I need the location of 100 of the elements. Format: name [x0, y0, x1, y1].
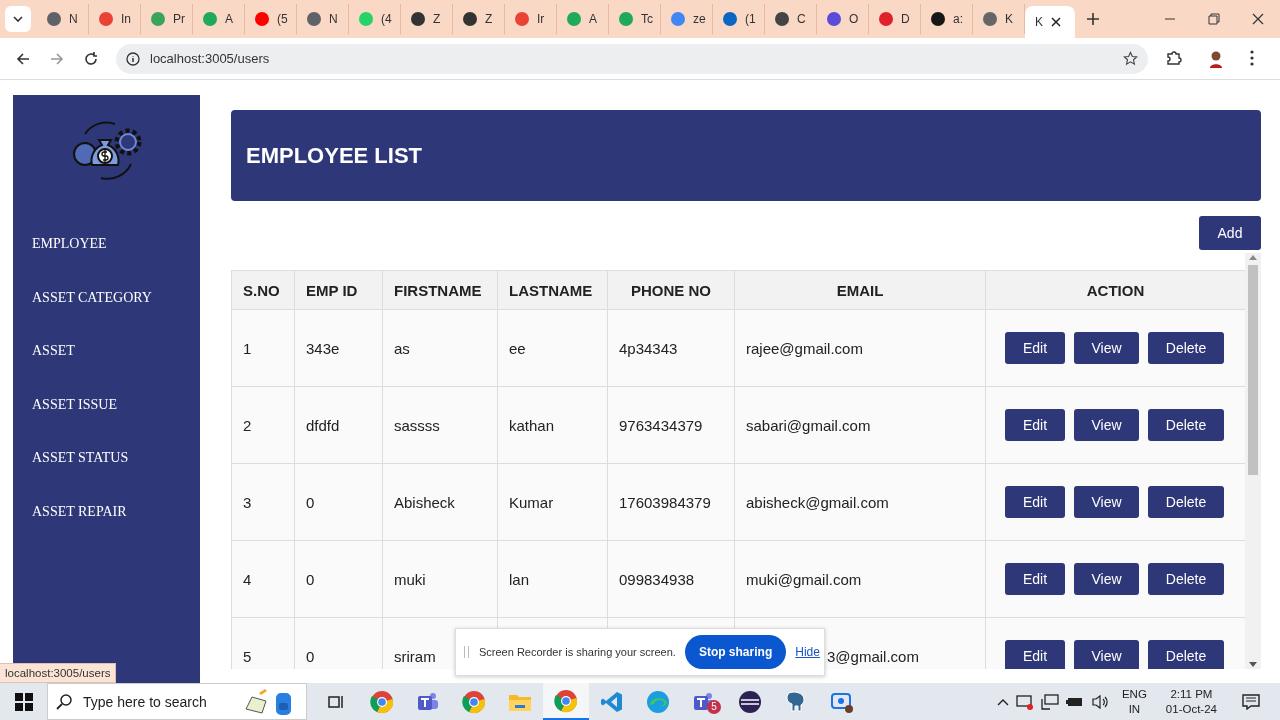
table-cell: as: [382, 309, 498, 387]
taskbar-app[interactable]: 5: [681, 683, 727, 720]
column-header: LASTNAME: [497, 270, 608, 310]
view-button[interactable]: View: [1074, 409, 1139, 441]
hide-link[interactable]: Hide: [795, 645, 820, 659]
address-bar[interactable]: localhost:3005/users: [116, 43, 1148, 74]
delete-button[interactable]: Delete: [1148, 486, 1224, 518]
info-icon[interactable]: [126, 51, 140, 66]
sidebar-link[interactable]: ASSET REPAIR: [32, 504, 152, 558]
taskbar-search-field[interactable]: Type here to search: [47, 683, 307, 720]
table-cell: dfdfd: [294, 386, 383, 464]
browser-tab[interactable]: ze: [661, 4, 713, 34]
browser-tab[interactable]: N: [37, 4, 89, 34]
sidebar-link[interactable]: ASSET CATEGORY: [32, 290, 152, 344]
clock[interactable]: 2:11 PM 01-Oct-24: [1165, 686, 1217, 717]
sidebar-link[interactable]: ASSET ISSUE: [32, 397, 152, 451]
table-cell: 17603984379: [607, 463, 735, 541]
edit-button[interactable]: Edit: [1005, 409, 1065, 441]
column-header: ACTION: [985, 270, 1246, 310]
column-header: EMAIL: [734, 270, 986, 310]
close-icon[interactable]: [1051, 17, 1061, 27]
table-cell: 4: [231, 540, 295, 618]
table-cell: 0: [294, 540, 383, 618]
chevron-up-icon[interactable]: [996, 697, 1009, 706]
table-cell: 3: [231, 463, 295, 541]
browser-tab[interactable]: K: [1025, 6, 1075, 38]
browser-tab[interactable]: Ir: [505, 4, 557, 34]
browser-tab[interactable]: Z: [401, 4, 453, 34]
menu-icon[interactable]: [1250, 49, 1254, 66]
browser-tab[interactable]: a:: [921, 4, 973, 34]
table-cell: Abisheck: [382, 463, 498, 541]
browser-tab[interactable]: (5: [245, 4, 297, 34]
back-icon[interactable]: [16, 51, 30, 66]
drag-handle-icon[interactable]: [464, 646, 469, 658]
column-header: FIRSTNAME: [382, 270, 498, 310]
chevron-down-icon: [13, 16, 23, 22]
sidebar-link[interactable]: ASSET: [32, 344, 152, 398]
browser-tab[interactable]: A: [193, 4, 245, 34]
view-button[interactable]: View: [1074, 332, 1139, 364]
table-cell: muki@gmail.com: [734, 540, 986, 618]
delete-button[interactable]: Delete: [1148, 409, 1224, 441]
table-cell: 343e: [294, 309, 383, 387]
browser-tab[interactable]: A: [557, 4, 609, 34]
eclipse-icon: [738, 689, 762, 714]
column-header: EMP ID: [294, 270, 383, 310]
avatar-icon[interactable]: [1208, 49, 1224, 68]
column-header: S.NO: [231, 270, 295, 310]
status-url: localhost:3005/users: [0, 663, 117, 683]
browser-tab[interactable]: Z: [453, 4, 505, 34]
browser-tab[interactable]: N: [297, 4, 349, 34]
puzzle-icon[interactable]: [1166, 49, 1182, 66]
browser-tab[interactable]: (1: [713, 4, 765, 34]
edit-button[interactable]: Edit: [1005, 563, 1065, 595]
edit-button[interactable]: Edit: [1005, 640, 1065, 669]
search-icon: [56, 693, 72, 710]
browser-tab[interactable]: C: [765, 4, 817, 34]
delete-button[interactable]: Delete: [1148, 563, 1224, 595]
view-button[interactable]: View: [1074, 640, 1139, 669]
browser-tab[interactable]: Pr: [141, 4, 193, 34]
view-button[interactable]: View: [1074, 563, 1139, 595]
table-cell: muki: [382, 540, 498, 618]
sidebar-link[interactable]: ASSET STATUS: [32, 451, 152, 505]
view-button[interactable]: View: [1074, 486, 1139, 518]
code-editor-icon: [600, 689, 624, 714]
delete-button[interactable]: Delete: [1148, 332, 1224, 364]
scroll-down-icon[interactable]: [1249, 662, 1257, 667]
edge-icon: [646, 689, 670, 714]
network-icon[interactable]: [1040, 693, 1059, 710]
forward-icon[interactable]: [50, 51, 64, 66]
sidebar-link[interactable]: EMPLOYEE: [32, 237, 152, 291]
language-indicator[interactable]: ENG IN: [1121, 686, 1147, 717]
edit-button[interactable]: Edit: [1005, 486, 1065, 518]
scroll-up-icon[interactable]: [1249, 255, 1257, 260]
restore-icon[interactable]: [1206, 11, 1222, 27]
table-cell: 099834938: [607, 540, 735, 618]
windows-start-icon[interactable]: [15, 692, 33, 711]
browser-tab[interactable]: (4: [349, 4, 401, 34]
add-button[interactable]: Add: [1199, 216, 1261, 250]
browser-tab[interactable]: O: [817, 4, 869, 34]
star-icon[interactable]: [1123, 51, 1138, 66]
delete-button[interactable]: Delete: [1148, 640, 1224, 669]
table-cell: 5: [231, 617, 295, 669]
notification-icon[interactable]: [1242, 693, 1260, 710]
tab-search-button[interactable]: [5, 6, 31, 32]
column-header: PHONE NO: [607, 270, 735, 310]
new-tab-icon[interactable]: [1087, 13, 1099, 25]
table-cell: 2: [231, 386, 295, 464]
browser-tab[interactable]: Tc: [609, 4, 661, 34]
search-input[interactable]: Type here to search: [81, 692, 235, 711]
volume-icon[interactable]: [1090, 693, 1109, 710]
reload-icon[interactable]: [84, 51, 98, 66]
table-cell: sabari@gmail.com: [734, 386, 986, 464]
browser-tab[interactable]: D: [869, 4, 921, 34]
close-icon[interactable]: [1250, 11, 1266, 27]
browser-tab[interactable]: In: [89, 4, 141, 34]
notebook-backpack-drawing: [244, 686, 294, 717]
edit-button[interactable]: Edit: [1005, 332, 1065, 364]
stop-sharing-button[interactable]: Stop sharing: [684, 635, 787, 669]
scrollbar[interactable]: [1245, 253, 1261, 669]
screen-record-icon[interactable]: [1015, 693, 1034, 710]
